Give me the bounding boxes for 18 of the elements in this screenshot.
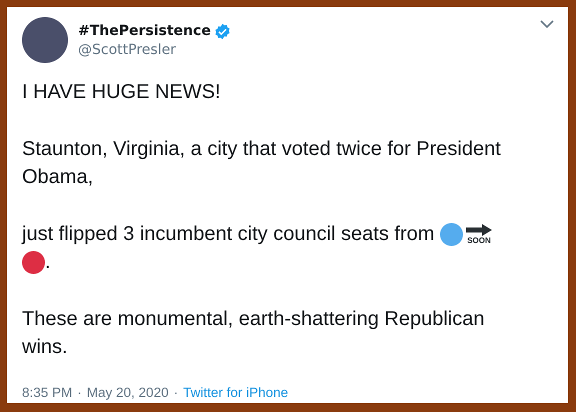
user-handle[interactable]: @ScottPresler	[78, 42, 530, 58]
tweet-text: just flipped 3 incumbent city council seats from	[22, 222, 436, 246]
tweet-time: 8:35 PM	[22, 385, 72, 400]
source-link[interactable]: Twitter for iPhone	[183, 385, 288, 400]
display-name[interactable]: #ThePersistence	[78, 23, 211, 39]
tweet-text: These are monumental, earth-shattering Republican	[22, 308, 484, 330]
tweet-text: Obama,	[22, 166, 94, 188]
tweet-text: Staunton, Virginia, a city that voted twice for President	[22, 138, 501, 160]
chevron-down-icon[interactable]	[540, 20, 554, 29]
avatar[interactable]	[22, 17, 68, 63]
tweet-text: wins.	[22, 336, 68, 358]
tweet-date: May 20, 2020	[86, 385, 169, 400]
soon-label: SOON	[467, 236, 491, 244]
tweet-text: I HAVE HUGE NEWS!	[22, 80, 221, 104]
tweet-text: .	[45, 250, 51, 274]
separator: ·	[174, 385, 178, 400]
arrow-icon	[466, 224, 492, 236]
separator: ·	[77, 385, 82, 400]
